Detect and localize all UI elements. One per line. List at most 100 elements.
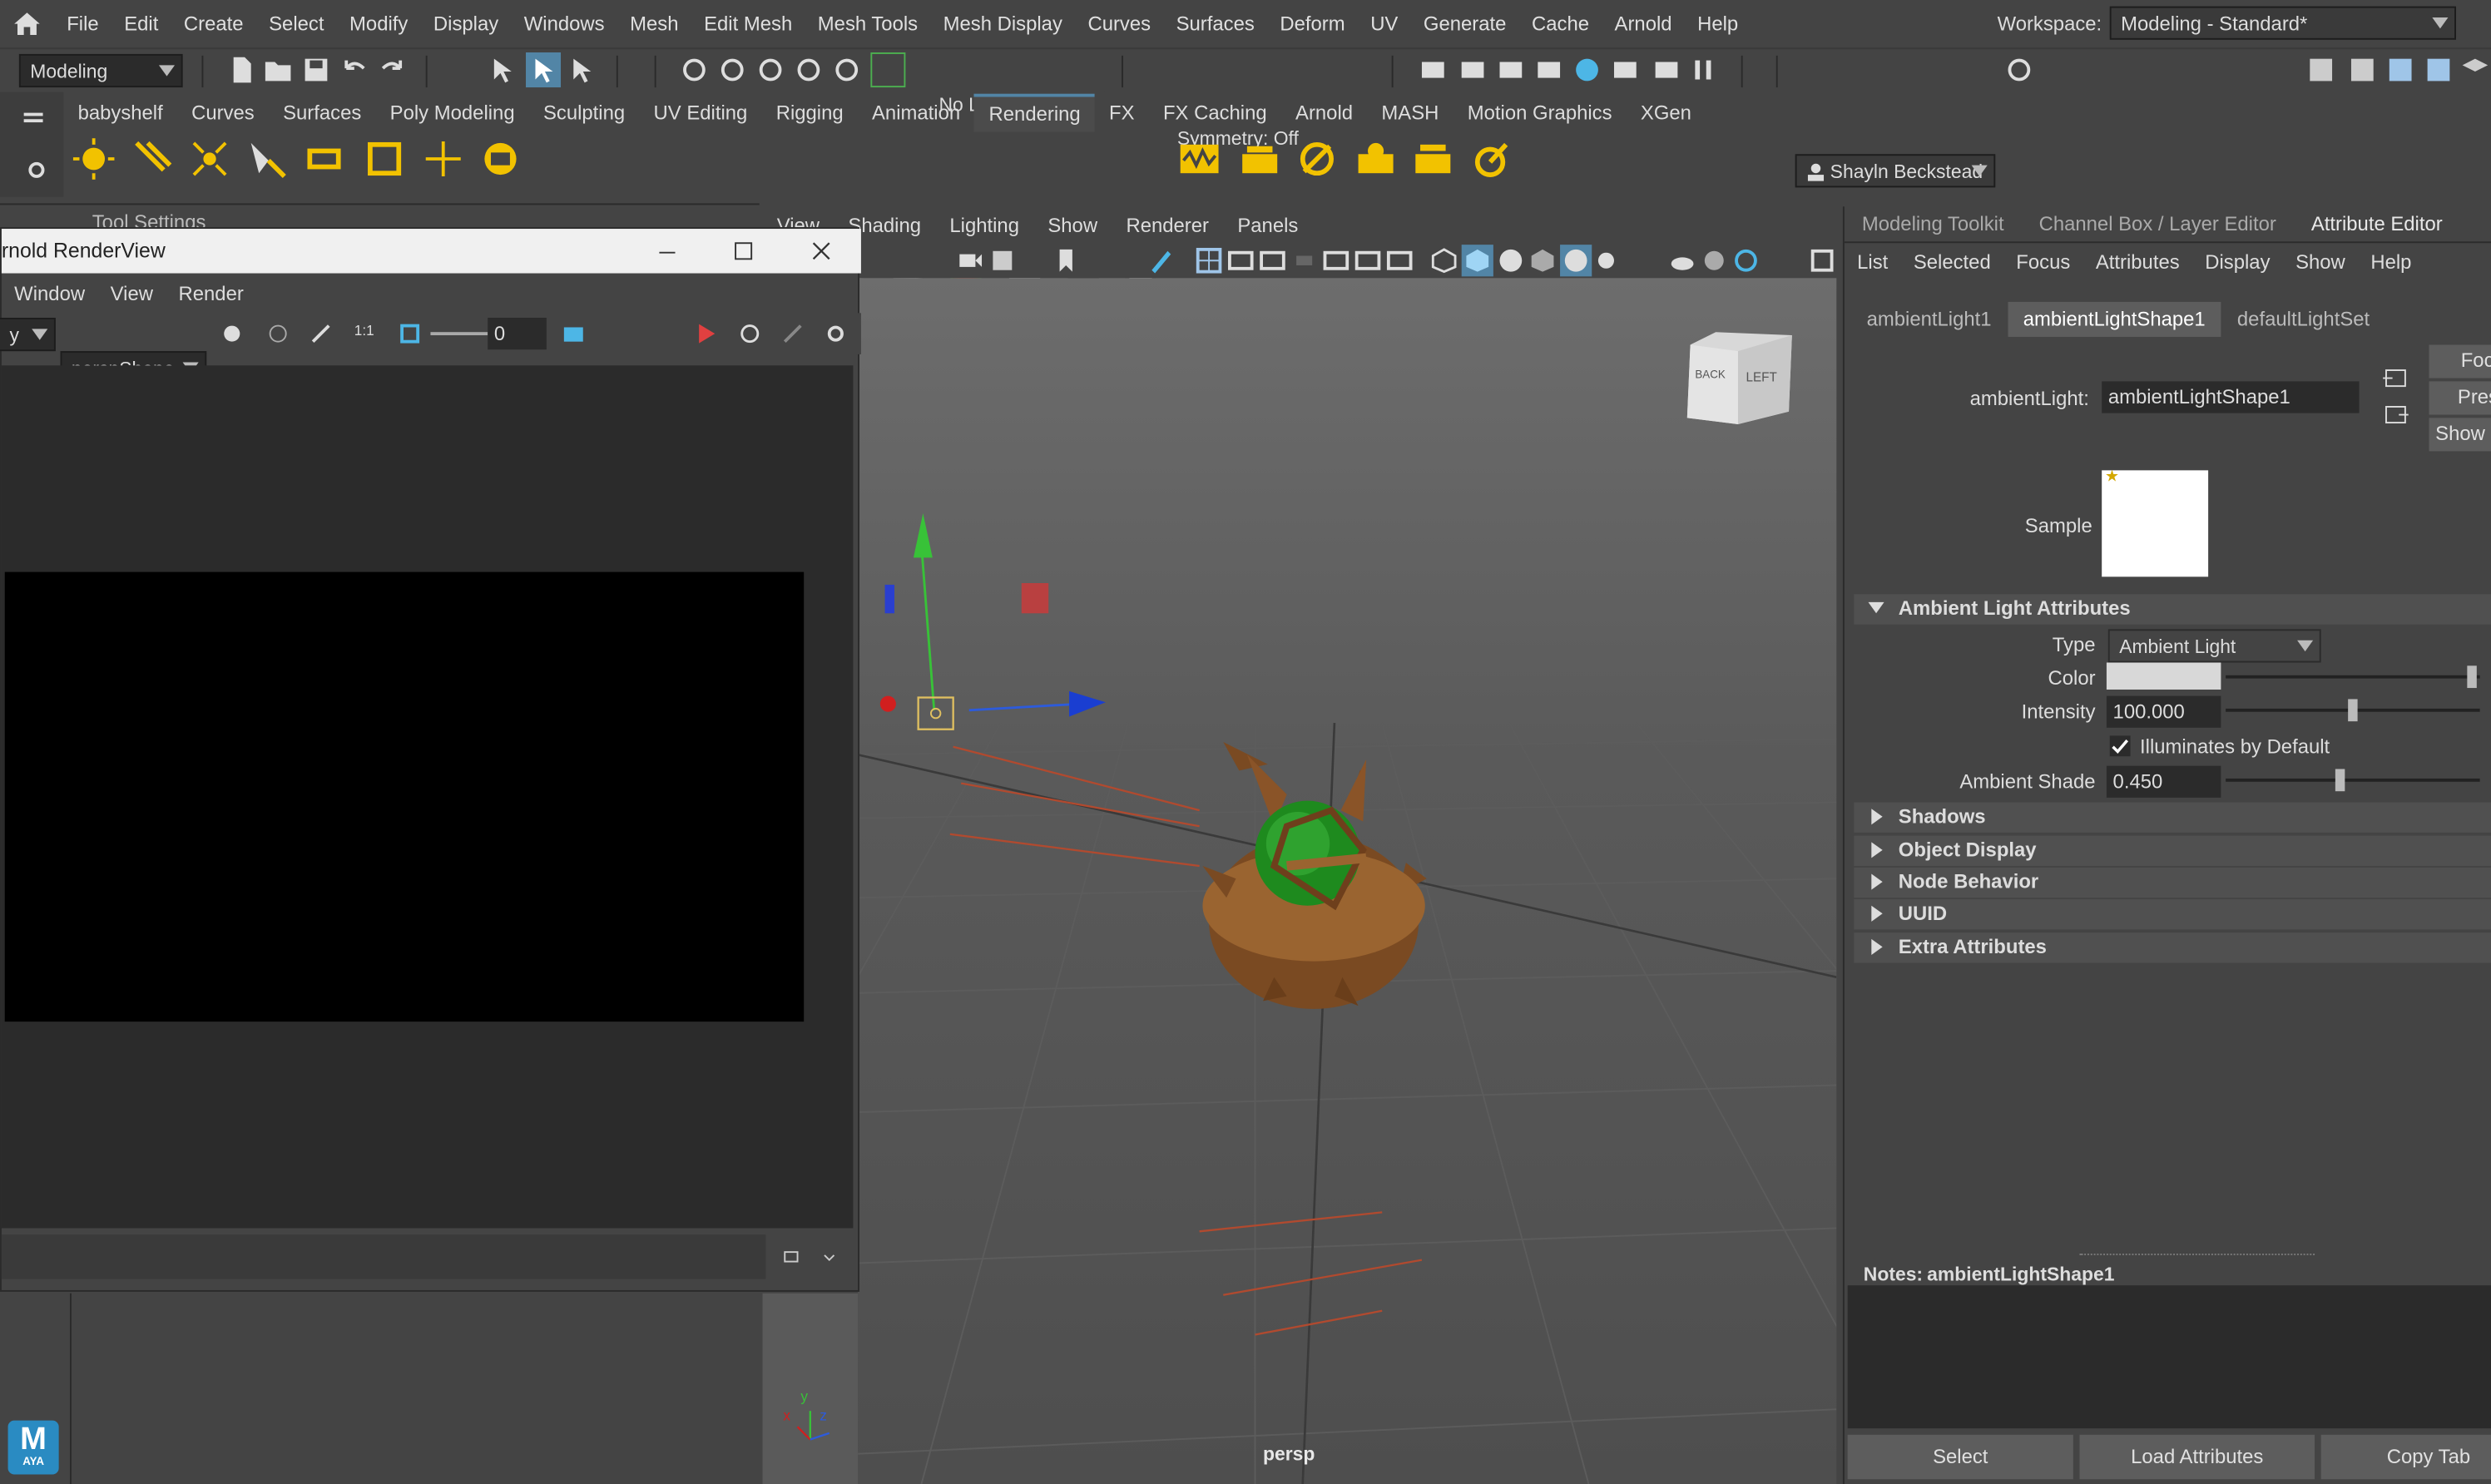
area-light-icon[interactable]: [304, 138, 345, 180]
renderview-render-icon[interactable]: [691, 319, 720, 348]
section-extra-attributes[interactable]: Extra Attributes: [1854, 932, 2491, 963]
render-graph-icon[interactable]: [1179, 138, 1221, 180]
renderview-exposure-slider[interactable]: [430, 332, 488, 336]
volume-light-icon[interactable]: [364, 138, 405, 180]
node-tab-ambientlight1[interactable]: ambientLight1: [1850, 302, 2007, 337]
color-slider-track[interactable]: [2226, 675, 2480, 679]
perspective-viewport[interactable]: BACK LEFT persp: [858, 278, 1837, 1484]
node-tab-ambientlightshape1[interactable]: ambientLightShape1: [2007, 301, 2221, 337]
use-all-lights-icon[interactable]: [1592, 246, 1620, 275]
renderview-region-icon[interactable]: [395, 319, 423, 348]
menu-edit[interactable]: Edit: [111, 0, 171, 47]
panel-menu-lighting[interactable]: Lighting: [935, 215, 1033, 237]
lasso-tool-active[interactable]: [526, 52, 562, 88]
menu-mesh[interactable]: Mesh: [617, 0, 691, 47]
default-material-icon[interactable]: [1497, 246, 1525, 275]
intensity-field[interactable]: 100.000: [2106, 695, 2221, 728]
shelf-tab-xgen[interactable]: XGen: [1627, 96, 1706, 131]
menu-mesh-tools[interactable]: Mesh Tools: [805, 0, 931, 47]
renderview-display-icon[interactable]: [218, 319, 246, 348]
chevron-down-icon[interactable]: [815, 1243, 844, 1271]
ambient-light-icon[interactable]: [72, 138, 115, 180]
renderview-aov-dropdown[interactable]: y: [0, 318, 56, 352]
renderview-titlebar[interactable]: rnold RenderView: [1, 229, 861, 274]
shelf-tab-surfaces[interactable]: Surfaces: [269, 96, 376, 131]
menu-cache[interactable]: Cache: [1519, 0, 1602, 47]
renderview-canvas[interactable]: [1, 365, 854, 1229]
node-name-field[interactable]: ambientLightShape1: [2102, 381, 2360, 413]
select-tool-icon[interactable]: [489, 56, 518, 84]
ipr-render-icon[interactable]: [1497, 56, 1525, 84]
section-node-behavior[interactable]: Node Behavior: [1854, 867, 2491, 898]
renderview-menu-view[interactable]: View: [97, 283, 166, 305]
render-sequence-icon[interactable]: [1458, 56, 1487, 84]
color-swatch[interactable]: [2106, 662, 2221, 690]
renderview-stop-icon[interactable]: [779, 319, 807, 348]
menu-generate[interactable]: Generate: [1411, 0, 1519, 47]
snap-view-icon[interactable]: [795, 56, 823, 84]
workspace-dropdown[interactable]: Modeling - Standard*: [2109, 6, 2456, 40]
shelf-settings-icon[interactable]: [22, 156, 51, 184]
channel-box-icon[interactable]: [2348, 56, 2376, 84]
wireframe-on-shaded-icon[interactable]: [1528, 246, 1557, 275]
snap-point-icon[interactable]: [756, 56, 785, 84]
presets-button[interactable]: Pres: [2429, 381, 2491, 415]
field-chart-icon[interactable]: [1322, 246, 1350, 275]
ambient-shade-field[interactable]: 0.450: [2106, 765, 2221, 798]
resolution-gate-icon[interactable]: [1258, 246, 1286, 275]
shelf-tab-fx-caching[interactable]: FX Caching: [1149, 96, 1281, 131]
section-ambient-light-attributes[interactable]: Ambient Light Attributes: [1854, 594, 2491, 625]
snap-live-icon[interactable]: [870, 52, 906, 88]
menu-edit-mesh[interactable]: Edit Mesh: [691, 0, 805, 47]
renderview-fit-icon[interactable]: [307, 319, 335, 348]
load-attributes-button[interactable]: Load Attributes: [2079, 1434, 2315, 1480]
renderview-channels-icon[interactable]: [264, 319, 292, 348]
shelf-tab-arnold[interactable]: Arnold: [1281, 96, 1367, 131]
menu-mesh-display[interactable]: Mesh Display: [930, 0, 1075, 47]
search-help-icon[interactable]: [2005, 56, 2033, 84]
snap-grid-icon[interactable]: [680, 56, 708, 84]
render-view-icon[interactable]: [1611, 56, 1639, 84]
close-icon[interactable]: [810, 240, 833, 262]
attribute-editor-toggle-icon[interactable]: [2386, 56, 2414, 84]
shelf-tab-poly-modeling[interactable]: Poly Modeling: [375, 96, 528, 131]
shelf-menu-icon[interactable]: [19, 105, 47, 133]
menu-arnold[interactable]: Arnold: [1602, 0, 1685, 47]
render-layer-icon[interactable]: [1296, 138, 1338, 180]
node-tab-defaultlightset[interactable]: defaultLightSet: [2221, 302, 2385, 337]
mode-dropdown[interactable]: Modeling: [18, 53, 183, 88]
panel-menu-panels[interactable]: Panels: [1223, 215, 1312, 237]
shelf-tab-animation[interactable]: Animation: [858, 96, 975, 131]
light-type-dropdown[interactable]: Ambient Light: [2107, 629, 2321, 663]
show-button[interactable]: Show: [2429, 418, 2491, 452]
tab-channel-box[interactable]: Channel Box / Layer Editor: [2022, 213, 2294, 235]
gate-mask-icon[interactable]: [1290, 246, 1318, 275]
redo-icon[interactable]: [378, 56, 406, 84]
motion-blur-icon[interactable]: [1731, 246, 1760, 275]
render-settings-icon[interactable]: [1535, 56, 1563, 84]
potion-model[interactable]: [1202, 741, 1427, 1009]
view-cube[interactable]: BACK LEFT: [1684, 329, 1795, 427]
maximize-icon[interactable]: [732, 240, 755, 262]
menu-surfaces[interactable]: Surfaces: [1163, 0, 1267, 47]
renderview-frame-field[interactable]: 0: [488, 318, 547, 350]
color-slider-knob[interactable]: [2467, 665, 2477, 689]
focus-input-icon[interactable]: [2381, 364, 2409, 392]
render-pass-icon[interactable]: [1412, 138, 1453, 180]
layer-editor-icon[interactable]: [2461, 56, 2489, 84]
shelf-tab-fx[interactable]: FX: [1095, 96, 1149, 131]
grid-toggle-icon[interactable]: [1195, 246, 1223, 275]
snap-curve-icon[interactable]: [718, 56, 746, 84]
paint-select-icon[interactable]: [569, 56, 597, 84]
ambient-shade-slider-knob[interactable]: [2335, 769, 2345, 792]
render-frame-icon[interactable]: [1419, 56, 1447, 84]
notes-divider[interactable]: [2079, 1254, 2315, 1255]
hypershade-icon[interactable]: [1572, 56, 1601, 84]
bookmark-icon[interactable]: [1052, 246, 1080, 275]
menu-modify[interactable]: Modify: [337, 0, 421, 47]
home-icon[interactable]: [0, 0, 54, 47]
select-button[interactable]: Select: [1847, 1434, 2073, 1480]
shelf-tab-motion-graphics[interactable]: Motion Graphics: [1453, 96, 1627, 131]
undo-icon[interactable]: [340, 56, 369, 84]
ae-menu-display[interactable]: Display: [2192, 251, 2283, 274]
